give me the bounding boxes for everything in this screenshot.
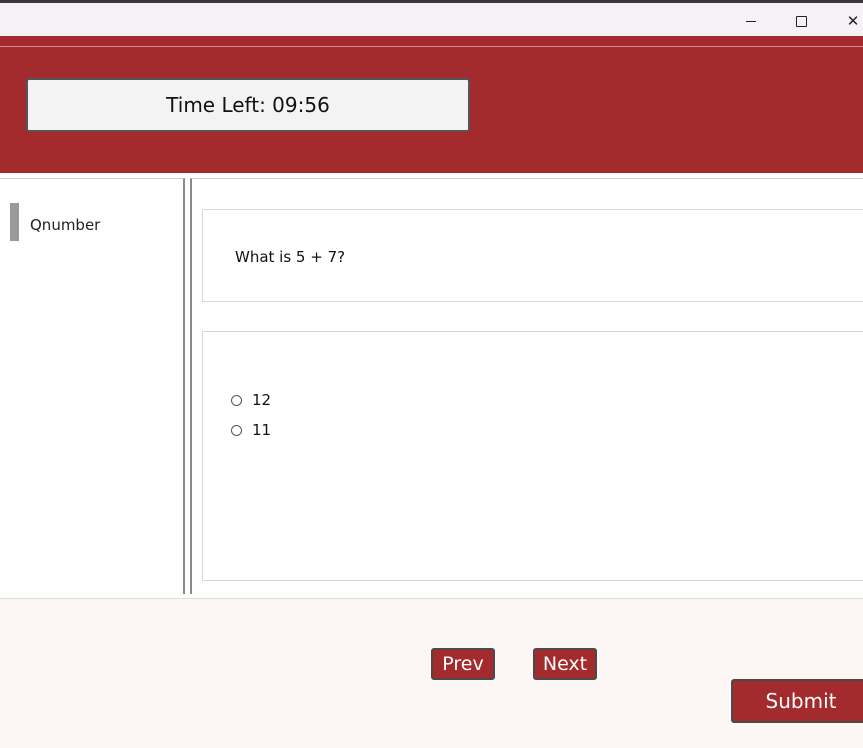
window-titlebar: ✕ bbox=[0, 0, 863, 36]
option-11[interactable]: 11 bbox=[231, 421, 271, 439]
maximize-button[interactable] bbox=[781, 9, 821, 33]
header-divider bbox=[0, 46, 863, 47]
maximize-icon bbox=[795, 15, 807, 27]
active-marker bbox=[10, 203, 19, 241]
question-text: What is 5 + 7? bbox=[235, 248, 346, 266]
quiz-header: Time Left: 09:56 bbox=[0, 36, 863, 173]
prev-button[interactable]: Prev bbox=[431, 648, 495, 680]
option-label: 11 bbox=[252, 421, 272, 439]
question-panel: What is 5 + 7? 12 11 bbox=[190, 178, 863, 594]
close-button[interactable]: ✕ bbox=[833, 9, 863, 33]
radio-button[interactable] bbox=[231, 394, 242, 406]
close-icon: ✕ bbox=[846, 12, 860, 30]
quiz-footer: Prev Next Submit bbox=[0, 598, 863, 748]
option-label: 12 bbox=[252, 391, 272, 409]
submit-button[interactable]: Submit bbox=[731, 679, 863, 723]
minimize-button[interactable] bbox=[731, 9, 771, 33]
next-button[interactable]: Next bbox=[533, 648, 597, 680]
minimize-icon bbox=[746, 20, 756, 22]
time-left-display: Time Left: 09:56 bbox=[26, 78, 470, 132]
radio-button[interactable] bbox=[231, 424, 242, 436]
question-box: What is 5 + 7? bbox=[202, 209, 863, 302]
sidebar-item-qnumber[interactable]: Qnumber bbox=[10, 203, 100, 241]
sidebar-item-label: Qnumber bbox=[30, 216, 101, 234]
options-box: 12 11 bbox=[202, 331, 863, 581]
option-12[interactable]: 12 bbox=[231, 391, 271, 409]
question-sidebar: Qnumber bbox=[0, 178, 185, 594]
